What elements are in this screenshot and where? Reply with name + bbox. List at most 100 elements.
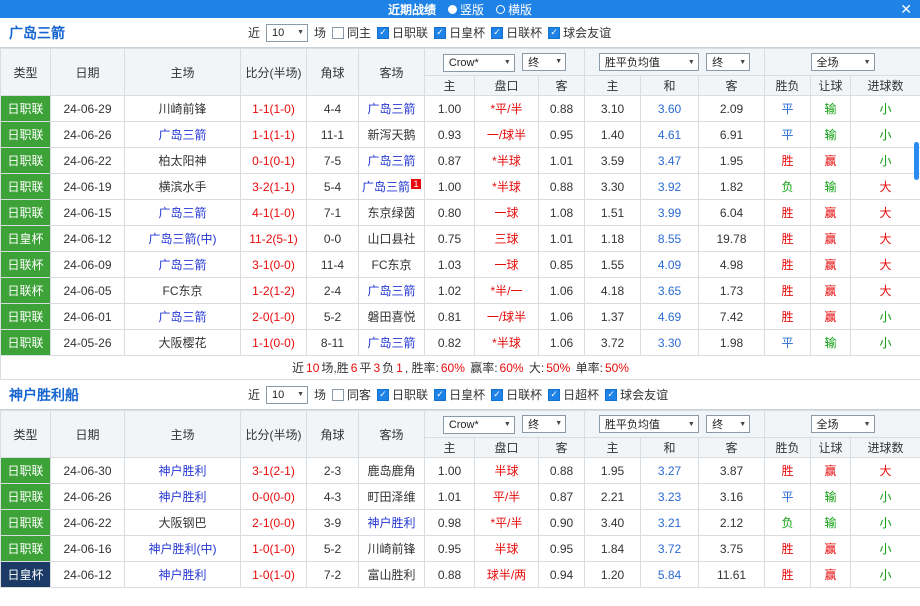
europe-home-odds: 1.37 [585,304,641,330]
fullmatch-select[interactable]: 全场▼ [811,53,875,71]
fullmatch-select[interactable]: 全场▼ [811,415,875,433]
match-date: 24-06-05 [51,278,125,304]
matches-table: 类型 日期 主场 比分(半场) 角球 客场 Crow*▼ 终▼ 胜平负均值▼ 终… [0,410,920,588]
away-team[interactable]: 广岛三箭 [359,148,425,174]
away-team[interactable]: 东京绿茵 [359,200,425,226]
match-date: 24-06-22 [51,510,125,536]
match-date: 24-06-19 [51,174,125,200]
home-team[interactable]: 广岛三箭 [125,200,241,226]
europe-away-odds: 1.82 [699,174,765,200]
league-filter-checkbox[interactable]: ✓日联杯 [491,24,542,41]
league-filter-checkbox[interactable]: ✓日职联 [377,386,428,403]
result-wdl: 负 [765,174,811,200]
europe-final-value: 终 [712,54,723,70]
league-filter-label: 球会友谊 [620,386,668,403]
europe-home-odds: 4.18 [585,278,641,304]
europe-draw-odds: 3.27 [641,458,699,484]
asia-handicap: *半球 [475,148,539,174]
europe-draw-odds: 4.09 [641,252,699,278]
away-team[interactable]: 广岛三箭1 [359,174,425,200]
away-team[interactable]: 鹿岛鹿角 [359,458,425,484]
odds-company-select[interactable]: Crow*▼ [443,416,515,434]
record-summary: 近10场,胜6平3负1, 胜率:60% 赢率:60% 大:50% 单率:50% [1,356,920,380]
asia-final-select[interactable]: 终▼ [522,415,566,433]
same-venue-checkbox[interactable]: 同主 [332,24,371,41]
col-score: 比分(半场) [241,411,307,458]
home-team[interactable]: 广岛三箭 [125,304,241,330]
goals-result: 小 [851,304,920,330]
home-team[interactable]: 广岛三箭 [125,122,241,148]
asia-home-odds: 0.75 [425,226,475,252]
layout-radio-vertical[interactable]: 竖版 [448,1,484,18]
europe-away-odds: 3.75 [699,536,765,562]
layout-radio-horizontal[interactable]: 横版 [496,1,532,18]
asia-handicap: *半球 [475,330,539,356]
europe-odds-select[interactable]: 胜平负均值▼ [599,53,699,71]
handicap-result: 赢 [811,562,851,588]
home-team[interactable]: 广岛三箭(中) [125,226,241,252]
caret-down-icon: ▼ [297,391,304,398]
europe-odds-select[interactable]: 胜平负均值▼ [599,415,699,433]
corner-count: 2-4 [307,278,359,304]
away-team[interactable]: 富山胜利 [359,562,425,588]
home-team[interactable]: 神户胜利 [125,562,241,588]
corner-count: 0-0 [307,226,359,252]
europe-away-odds: 6.91 [699,122,765,148]
away-team[interactable]: 广岛三箭 [359,330,425,356]
close-icon[interactable]: ✕ [900,0,912,18]
checkbox-checked-icon: ✓ [377,389,389,401]
home-team[interactable]: 横滨水手 [125,174,241,200]
europe-draw-odds: 3.92 [641,174,699,200]
home-team[interactable]: 大阪钢巴 [125,510,241,536]
home-team[interactable]: 广岛三箭 [125,252,241,278]
score-halftime: 2-0(1-0) [241,304,307,330]
col-corner: 角球 [307,49,359,96]
europe-home-odds: 3.72 [585,330,641,356]
goals-result: 小 [851,122,920,148]
home-team[interactable]: 神户胜利 [125,484,241,510]
league-filter-checkbox[interactable]: ✓球会友谊 [605,386,668,403]
away-team[interactable]: 川崎前锋 [359,536,425,562]
away-team[interactable]: 广岛三箭 [359,96,425,122]
league-filter-checkbox[interactable]: ✓日联杯 [491,386,542,403]
away-team[interactable]: 町田泽维 [359,484,425,510]
away-team[interactable]: 神户胜利 [359,510,425,536]
section-header: 广岛三箭 近10▼场同主✓日职联✓日皇杯✓日联杯✓球会友谊 [0,18,920,48]
away-team[interactable]: 磐田喜悦 [359,304,425,330]
home-team[interactable]: 神户胜利(中) [125,536,241,562]
league-filter-checkbox[interactable]: ✓日职联 [377,24,428,41]
away-team[interactable]: 广岛三箭 [359,278,425,304]
filter-bar: 近10▼场同客✓日职联✓日皇杯✓日联杯✓日超杯✓球会友谊 [248,386,668,404]
same-venue-checkbox[interactable]: 同客 [332,386,371,403]
league-filter-checkbox[interactable]: ✓日皇杯 [434,24,485,41]
match-count-select[interactable]: 10▼ [266,24,308,42]
asia-away-odds: 1.08 [539,200,585,226]
subcol-asia-away: 客 [539,438,585,458]
summary-part: 单率: [572,361,603,375]
same-venue-label: 同客 [347,386,371,403]
summary-part: 近 [292,361,304,375]
europe-away-odds: 3.16 [699,484,765,510]
league-filter-checkbox[interactable]: ✓球会友谊 [548,24,611,41]
home-team[interactable]: 神户胜利 [125,458,241,484]
league-filter-label: 日皇杯 [449,24,485,41]
odds-company-select[interactable]: Crow*▼ [443,54,515,72]
asia-away-odds: 1.06 [539,304,585,330]
corner-count: 2-3 [307,458,359,484]
home-team[interactable]: 大阪樱花 [125,330,241,356]
asia-final-select[interactable]: 终▼ [522,53,566,71]
match-count-select[interactable]: 10▼ [266,386,308,404]
league-filter-checkbox[interactable]: ✓日皇杯 [434,386,485,403]
away-team[interactable]: FC东京 [359,252,425,278]
europe-final-select[interactable]: 终▼ [706,415,750,433]
away-team[interactable]: 新泻天鹅 [359,122,425,148]
europe-final-select[interactable]: 终▼ [706,53,750,71]
away-team[interactable]: 山口县社 [359,226,425,252]
home-team[interactable]: 柏太阳神 [125,148,241,174]
vertical-scrollbar-thumb[interactable] [914,142,919,180]
asia-home-odds: 1.01 [425,484,475,510]
league-filter-checkbox[interactable]: ✓日超杯 [548,386,599,403]
home-team[interactable]: FC东京 [125,278,241,304]
league-filter-label: 日职联 [392,24,428,41]
home-team[interactable]: 川崎前锋 [125,96,241,122]
